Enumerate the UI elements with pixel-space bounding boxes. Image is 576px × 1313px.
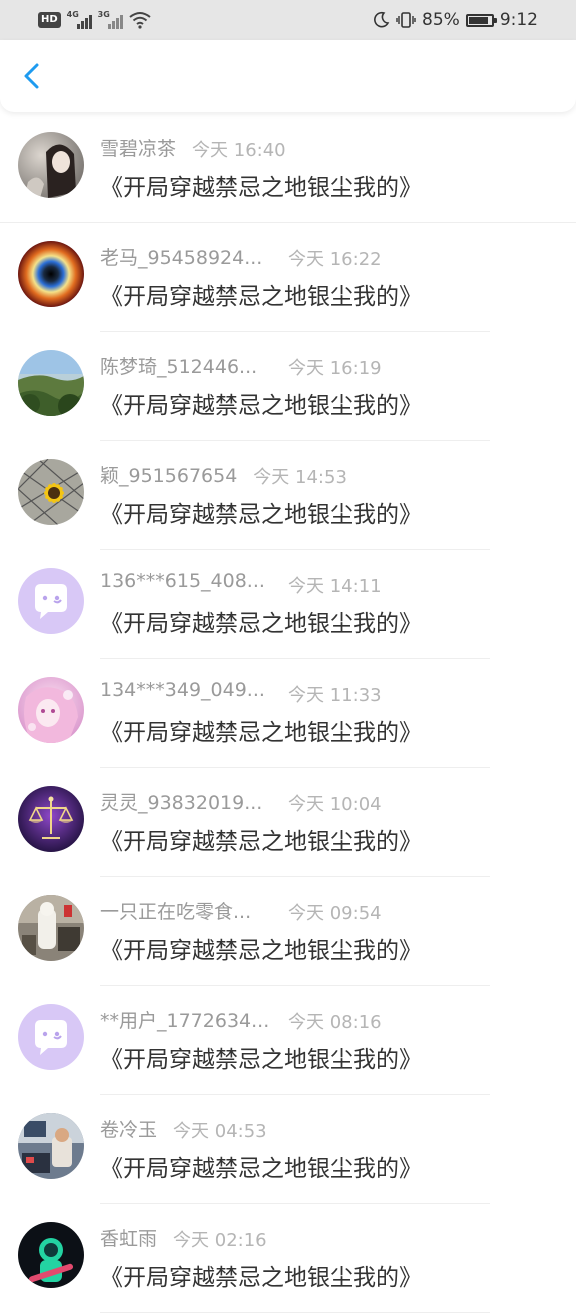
vibrate-icon: [396, 12, 416, 28]
list-item[interactable]: 陈梦琦_512446... 今天 16:19 《开局穿越禁忌之地银尘我的》: [0, 332, 576, 441]
avatar-desk-photo[interactable]: [18, 1113, 84, 1179]
avatar-image: [18, 241, 84, 307]
signal-3g-icon: 3G: [98, 10, 123, 29]
sender-name: 雪碧凉茶: [100, 138, 177, 160]
avatar-libra-purple[interactable]: [18, 786, 84, 852]
clock: 9:12: [499, 10, 538, 30]
message-text: 《开局穿越禁忌之地银尘我的》: [100, 1047, 422, 1073]
message-text: 《开局穿越禁忌之地银尘我的》: [100, 284, 422, 310]
avatar-photo-woman[interactable]: [18, 132, 84, 198]
message-text: 《开局穿越禁忌之地银尘我的》: [100, 175, 422, 201]
avatar-default-chat[interactable]: [18, 568, 84, 634]
avatar-landscape[interactable]: [18, 350, 84, 416]
message-time: 今天 08:16: [288, 1012, 382, 1033]
battery-percent: 85%: [422, 10, 460, 30]
message-list: 雪碧凉茶 今天 16:40 《开局穿越禁忌之地银尘我的》 老马_95458924…: [0, 114, 576, 1313]
wifi-icon: [129, 12, 151, 29]
list-item[interactable]: 卷冷玉 今天 04:53 《开局穿越禁忌之地银尘我的》: [0, 1095, 576, 1204]
sender-name: 陈梦琦_512446...: [100, 356, 258, 378]
message-text: 《开局穿越禁忌之地银尘我的》: [100, 938, 422, 964]
list-item[interactable]: 灵灵_93832019... 今天 10:04 《开局穿越禁忌之地银尘我的》: [0, 768, 576, 877]
message-time: 今天 10:04: [288, 794, 382, 815]
message-time: 今天 16:40: [192, 140, 286, 161]
avatar-default-chat[interactable]: [18, 1004, 84, 1070]
avatar-image: [18, 677, 84, 743]
sender-name: 卷冷玉: [100, 1119, 158, 1141]
avatar-image: [18, 459, 84, 525]
sender-name: **用户_1772634...: [100, 1010, 270, 1032]
message-time: 今天 16:22: [288, 249, 382, 270]
status-left: HD 4G 3G: [38, 9, 151, 31]
avatar-eye-iris[interactable]: [18, 241, 84, 307]
message-time: 今天 11:33: [288, 685, 382, 706]
list-item[interactable]: 一只正在吃零食... 今天 09:54 《开局穿越禁忌之地银尘我的》: [0, 877, 576, 986]
list-item[interactable]: 香虹雨 今天 02:16 《开局穿越禁忌之地银尘我的》: [0, 1204, 576, 1313]
list-item[interactable]: 136***615_408... 今天 14:11 《开局穿越禁忌之地银尘我的》: [0, 550, 576, 659]
moon-icon: [374, 11, 390, 28]
sender-name: 134***349_049...: [100, 679, 265, 701]
message-text: 《开局穿越禁忌之地银尘我的》: [100, 1156, 422, 1182]
avatar-image: [18, 786, 84, 852]
message-time: 今天 04:53: [173, 1121, 267, 1142]
avatar-sunflower[interactable]: [18, 459, 84, 525]
message-text: 《开局穿越禁忌之地银尘我的》: [100, 611, 422, 637]
sender-name: 一只正在吃零食...: [100, 901, 252, 923]
avatar-astronaut[interactable]: [18, 1222, 84, 1288]
status-right: 85% 9:12: [372, 8, 538, 32]
sender-name: 香虹雨: [100, 1228, 158, 1250]
avatar-image: [18, 568, 84, 634]
message-time: 今天 16:19: [288, 358, 382, 379]
avatar-room-photo[interactable]: [18, 895, 84, 961]
list-item[interactable]: 雪碧凉茶 今天 16:40 《开局穿越禁忌之地银尘我的》: [0, 114, 576, 223]
chevron-left-icon[interactable]: [18, 62, 46, 90]
avatar-image: [18, 1113, 84, 1179]
avatar-image: [18, 350, 84, 416]
avatar-pink-anime[interactable]: [18, 677, 84, 743]
sender-name: 老马_95458924...: [100, 247, 263, 269]
message-text: 《开局穿越禁忌之地银尘我的》: [100, 829, 422, 855]
list-item[interactable]: 134***349_049... 今天 11:33 《开局穿越禁忌之地银尘我的》: [0, 659, 576, 768]
message-time: 今天 14:53: [253, 467, 347, 488]
message-text: 《开局穿越禁忌之地银尘我的》: [100, 393, 422, 419]
avatar-image: [18, 895, 84, 961]
message-time: 今天 02:16: [173, 1230, 267, 1251]
sender-name: 136***615_408...: [100, 570, 265, 592]
list-item[interactable]: **用户_1772634... 今天 08:16 《开局穿越禁忌之地银尘我的》: [0, 986, 576, 1095]
message-time: 今天 09:54: [288, 903, 382, 924]
message-text: 《开局穿越禁忌之地银尘我的》: [100, 502, 422, 528]
list-item[interactable]: 颖_951567654 今天 14:53 《开局穿越禁忌之地银尘我的》: [0, 441, 576, 550]
avatar-image: [18, 132, 84, 198]
message-time: 今天 14:11: [288, 576, 382, 597]
signal-4g-icon: 4G: [67, 10, 92, 29]
sender-name: 灵灵_93832019...: [100, 792, 263, 814]
battery-icon: [465, 13, 497, 27]
avatar-image: [18, 1004, 84, 1070]
hd-badge: HD: [38, 12, 61, 28]
nav-bar: [0, 40, 576, 112]
message-text: 《开局穿越禁忌之地银尘我的》: [100, 720, 422, 746]
message-text: 《开局穿越禁忌之地银尘我的》: [100, 1265, 422, 1291]
sender-name: 颖_951567654: [100, 465, 238, 487]
status-bar: HD 4G 3G 85% 9:12: [0, 0, 576, 40]
list-item[interactable]: 老马_95458924... 今天 16:22 《开局穿越禁忌之地银尘我的》: [0, 223, 576, 332]
avatar-image: [18, 1222, 84, 1288]
